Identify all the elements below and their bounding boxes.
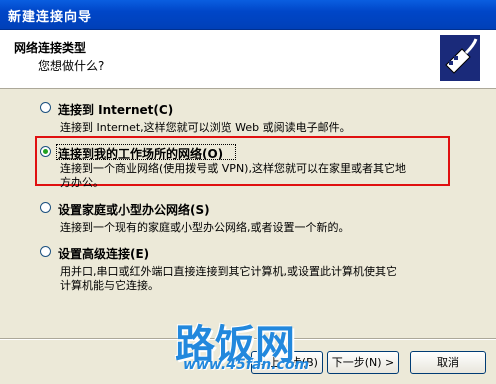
option-workplace-label: 连接到我的工作场所的网络(O) [58,147,224,161]
option-advanced-label: 设置高级连接(E) [58,247,150,261]
option-internet-label: 连接到 Internet(C) [58,103,174,117]
window-title: 新建连接向导 [8,10,93,25]
option-workplace-desc: 连接到一个商业网络(使用拨号或 VPN),这样您就可以在家里或者其它地 方办公。 [60,162,460,190]
option-home-network-desc: 连接到一个现有的家庭或小型办公网络,或者设置一个新的。 [60,221,460,235]
option-internet-desc-line1: 连接到 Internet,这样您就可以浏览 Web 或阅读电子邮件。 [60,121,351,134]
radio-home-network[interactable] [40,202,51,213]
cancel-button[interactable]: 取消 [410,351,486,374]
radio-advanced[interactable] [40,246,51,257]
option-home-network-desc-line1: 连接到一个现有的家庭或小型办公网络,或者设置一个新的。 [60,221,350,234]
option-home-network-label: 设置家庭或小型办公网络(S) [58,203,210,217]
header-title: 网络连接类型 [14,41,87,55]
watermark-url: www.45fan.com [183,357,310,373]
radio-workplace[interactable] [40,146,51,157]
wizard-header: 网络连接类型 您想做什么? [0,30,496,89]
option-advanced-desc-line2: 计算机能与它连接。 [60,279,159,292]
option-advanced-desc: 用并口,串口或红外端口直接连接到其它计算机,或设置此计算机使其它 计算机能与它连… [60,265,460,293]
network-cable-icon [440,35,480,81]
option-internet-desc: 连接到 Internet,这样您就可以浏览 Web 或阅读电子邮件。 [60,121,460,135]
radio-internet[interactable] [40,102,51,113]
option-workplace-desc-line2: 方办公。 [60,176,104,189]
next-button[interactable]: 下一步(N) > [327,351,399,374]
header-subtitle: 您想做什么? [38,59,105,73]
option-workplace-desc-line1: 连接到一个商业网络(使用拨号或 VPN),这样您就可以在家里或者其它地 [60,162,406,175]
option-advanced-desc-line1: 用并口,串口或红外端口直接连接到其它计算机,或设置此计算机使其它 [60,265,397,278]
title-bar: 新建连接向导 [0,0,496,30]
